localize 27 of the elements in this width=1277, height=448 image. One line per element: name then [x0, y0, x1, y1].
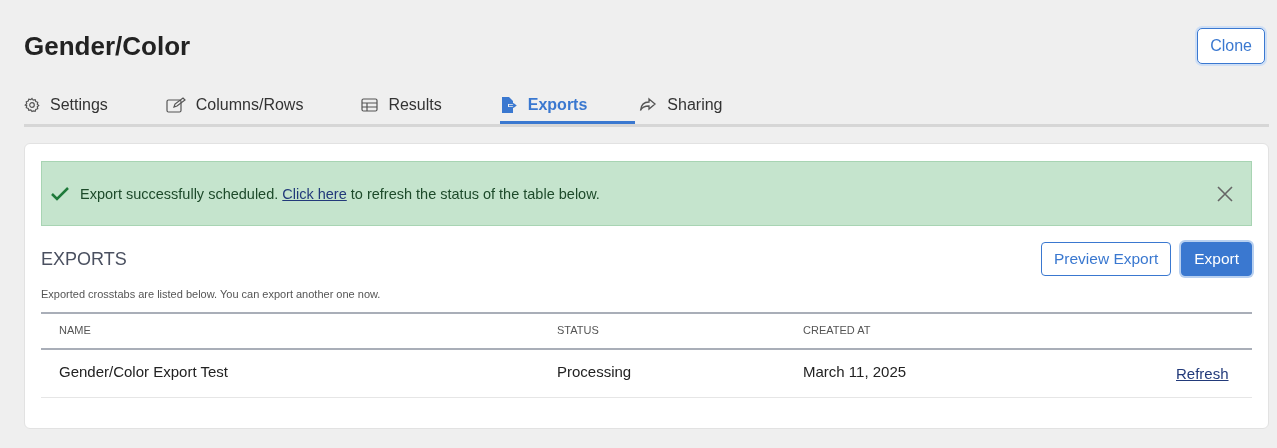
close-icon[interactable] [1217, 185, 1233, 202]
tab[interactable]: Columns/Rows [165, 88, 306, 124]
export-icon [499, 95, 518, 114]
section-description: Exported crosstabs are listed below. You can export another one now. [41, 288, 382, 300]
section-heading: EXPORTS [41, 248, 127, 270]
table-cell: March 11, 2025 [785, 349, 1158, 398]
tab[interactable]: Results [361, 88, 444, 124]
column-header: STATUS [539, 313, 785, 349]
preview-export-button[interactable]: Preview Export [1040, 242, 1172, 276]
refresh-link[interactable]: Click here [282, 185, 347, 202]
settings-icon [24, 96, 40, 113]
tab[interactable]: Exports [499, 88, 636, 124]
refresh-link[interactable]: Refresh [1176, 365, 1229, 382]
column-header: CREATED AT [785, 313, 1158, 349]
table-cell: Gender/Color Export Test [41, 349, 539, 398]
table-icon [361, 97, 379, 112]
tab[interactable]: Sharing [639, 88, 725, 124]
tab[interactable]: Settings [24, 88, 110, 124]
table-cell: Processing [539, 349, 785, 398]
share-icon [639, 97, 658, 112]
column-header: NAME [41, 313, 539, 349]
alert-message: Export successfully scheduled. Click here to refresh the status of the table below. [80, 185, 601, 202]
page-title: Gender/Color [24, 30, 191, 62]
checkmark-icon [50, 185, 70, 202]
export-button[interactable]: Export [1181, 242, 1252, 276]
edit-icon [165, 96, 186, 113]
clone-button[interactable]: Clone [1197, 28, 1265, 64]
